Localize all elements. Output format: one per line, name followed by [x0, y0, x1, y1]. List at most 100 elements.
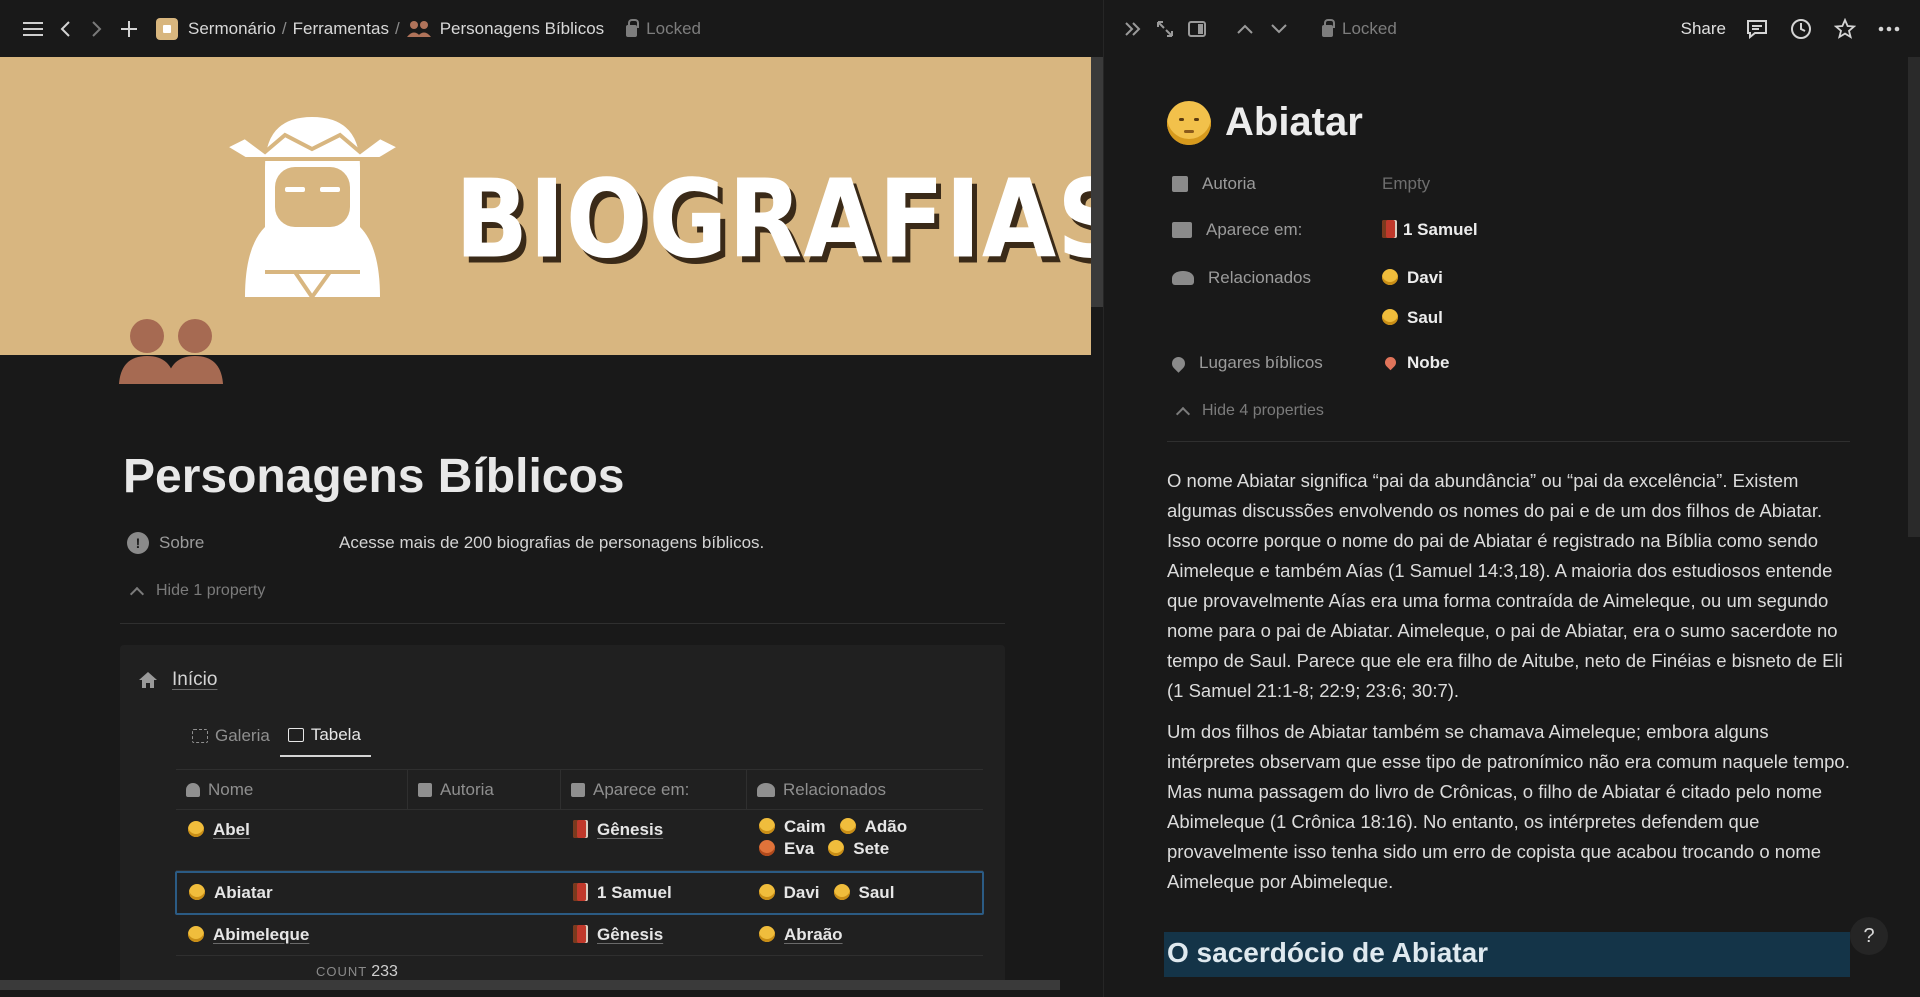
relation-chip[interactable]: Adão	[839, 816, 908, 838]
property-relacionados[interactable]: Relacionados Davi Saul	[1172, 268, 1443, 338]
locked-indicator[interactable]: Locked	[626, 18, 701, 39]
red-pin-emoji-icon	[1382, 354, 1399, 371]
chevron-up-icon[interactable]	[1232, 16, 1258, 42]
horizontal-scrollbar[interactable]	[0, 980, 1060, 990]
property-lugares-biblicos[interactable]: Lugares bíblicos Nobe	[1169, 353, 1450, 373]
favorite-star-icon[interactable]	[1832, 16, 1858, 42]
tab-galeria[interactable]: Galeria	[184, 725, 280, 757]
divider	[1167, 441, 1850, 442]
old-man-face-icon[interactable]	[1167, 100, 1211, 145]
share-button[interactable]: Share	[1681, 19, 1726, 39]
chevron-up-icon	[1175, 406, 1191, 421]
cell-relacionados[interactable]: Abraão	[747, 915, 983, 955]
property-value[interactable]: Acesse mais de 200 biografias de persona…	[339, 533, 764, 553]
forward-arrow-icon[interactable]	[82, 14, 112, 44]
comment-icon[interactable]	[1744, 16, 1770, 42]
breadcrumb-separator: /	[394, 18, 400, 38]
relation-chip[interactable]: Sete	[828, 838, 889, 860]
relation-chip[interactable]: Eva	[759, 838, 814, 860]
section-heading[interactable]: O sacerdócio de Abiatar	[1164, 932, 1850, 977]
relation-chip[interactable]: Saul	[833, 883, 895, 903]
chevron-down-icon[interactable]	[1266, 16, 1292, 42]
face-emoji-icon	[828, 840, 845, 856]
cell-nome[interactable]: Abimeleque	[176, 915, 408, 955]
expand-icon[interactable]	[1152, 16, 1178, 42]
database-title-link[interactable]: Início	[138, 669, 217, 691]
property-label: Sobre	[159, 533, 205, 552]
breadcrumb-section[interactable]: Ferramentas	[293, 19, 389, 39]
cell-autoria[interactable]	[408, 915, 561, 955]
more-options-icon[interactable]	[1876, 16, 1902, 42]
property-autoria[interactable]: Autoria Empty	[1172, 174, 1430, 194]
close-peek-double-chevron-icon[interactable]	[1120, 16, 1146, 42]
new-page-plus-icon[interactable]	[114, 14, 144, 44]
paragraph[interactable]: O nome Abiatar significa “pai da abundân…	[1167, 466, 1857, 706]
cell-autoria[interactable]	[408, 810, 561, 870]
cell-nome[interactable]: Abel	[176, 810, 408, 870]
cover-banner: BIOGRAFIAS	[0, 57, 1091, 355]
face-emoji-icon	[1382, 269, 1398, 285]
column-header-nome[interactable]: Nome	[176, 770, 408, 809]
relation-chip[interactable]: Davi	[758, 883, 820, 903]
row-name: Abel	[213, 820, 250, 839]
property-label: Lugares bíblicos	[1199, 353, 1323, 372]
sidebar-menu-icon[interactable]	[18, 14, 48, 44]
property-value-empty[interactable]: Empty	[1382, 174, 1430, 194]
property-label: Relacionados	[1208, 268, 1312, 287]
cell-relacionados[interactable]: Caim Adão Eva Sete	[747, 810, 983, 870]
property-sobre[interactable]: ! Sobre Acesse mais de 200 biografias de…	[127, 532, 764, 554]
title-text: Abiatar	[1225, 100, 1363, 144]
face-emoji-icon	[759, 926, 775, 942]
help-button[interactable]: ?	[1850, 917, 1888, 955]
cell-aparece[interactable]: Gênesis	[561, 810, 747, 870]
locked-indicator[interactable]: Locked	[1322, 18, 1397, 39]
table-row[interactable]: Abel Gênesis Caim Adão Eva Sete	[176, 810, 983, 871]
chip-label: Saul	[858, 883, 895, 902]
relation-link: Gênesis	[597, 925, 664, 944]
people-icon	[406, 20, 432, 38]
relation-link: 1 Samuel	[597, 883, 672, 902]
row-name: Abimeleque	[213, 925, 310, 944]
chip-label: Adão	[864, 817, 908, 836]
book-icon	[1172, 176, 1188, 192]
column-header-relacionados[interactable]: Relacionados	[747, 770, 983, 809]
tab-label: Tabela	[310, 725, 361, 744]
column-label: Aparece em:	[593, 779, 690, 799]
cell-aparece[interactable]: 1 Samuel	[561, 873, 747, 913]
property-aparece-em[interactable]: Aparece em: 1 Samuel	[1172, 220, 1478, 240]
relation-chip[interactable]: Caim	[759, 816, 826, 838]
relation-chip[interactable]: Abraão	[759, 925, 843, 945]
breadcrumb-workspace[interactable]: Sermonário	[188, 19, 276, 39]
page-people-icon[interactable]	[117, 316, 227, 391]
cell-nome[interactable]: Abiatar	[177, 873, 408, 913]
breadcrumb-page[interactable]: Personagens Bíblicos	[440, 19, 604, 39]
paragraph[interactable]: Um dos filhos de Abiatar também se chama…	[1167, 717, 1857, 897]
relation-link[interactable]: 1 Samuel	[1382, 220, 1478, 240]
person-icon	[186, 782, 200, 797]
people-icon	[757, 782, 775, 797]
relation-chip[interactable]: Davi	[1382, 268, 1443, 287]
table-row[interactable]: Abimeleque Gênesis Abraão	[176, 915, 983, 956]
hide-property-toggle[interactable]: Hide 1 property	[128, 582, 266, 601]
book-emoji-icon	[573, 883, 589, 901]
page-title[interactable]: Personagens Bíblicos	[123, 449, 625, 504]
relation-chip[interactable]: Saul	[1382, 308, 1443, 327]
cell-relacionados[interactable]: Davi Saul	[747, 873, 982, 913]
cell-autoria[interactable]	[408, 873, 561, 913]
table-row-selected[interactable]: Abiatar 1 Samuel Davi Saul	[175, 871, 984, 915]
gallery-icon	[192, 729, 208, 743]
vertical-scrollbar[interactable]	[1091, 57, 1103, 307]
cell-aparece[interactable]: Gênesis	[561, 915, 747, 955]
tab-tabela[interactable]: Tabela	[279, 725, 371, 757]
hide-property-label: Hide 1 property	[156, 582, 266, 599]
column-header-autoria[interactable]: Autoria	[408, 770, 561, 809]
hide-properties-toggle[interactable]: Hide 4 properties	[1174, 402, 1324, 421]
peek-page-title[interactable]: Abiatar	[1167, 100, 1363, 145]
relation-chip[interactable]: Nobe	[1382, 353, 1450, 373]
history-clock-icon[interactable]	[1788, 16, 1814, 42]
chip-label: Sete	[853, 839, 890, 858]
vertical-scrollbar[interactable]	[1908, 57, 1920, 537]
side-peek-layout-icon[interactable]	[1184, 16, 1210, 42]
column-header-aparece[interactable]: Aparece em:	[561, 770, 747, 809]
back-arrow-icon[interactable]	[50, 14, 80, 44]
